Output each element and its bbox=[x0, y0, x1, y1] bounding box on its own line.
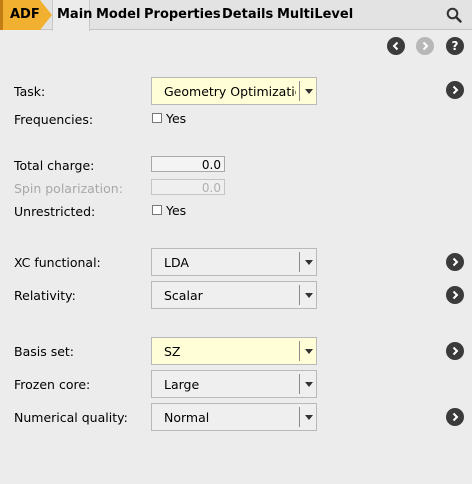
tab-bar: ADF Main Model Properties Details MultiL… bbox=[0, 0, 472, 31]
select-divider bbox=[299, 81, 300, 101]
tab-details[interactable]: Details bbox=[222, 7, 273, 22]
spin-polarization-label: Spin polarization: bbox=[14, 181, 123, 196]
chevron-down-icon bbox=[305, 89, 313, 94]
spin-polarization-input[interactable]: 0.0 bbox=[151, 179, 225, 195]
forward-button[interactable] bbox=[416, 37, 434, 55]
relativity-details-button[interactable] bbox=[446, 286, 464, 304]
chevron-right-icon bbox=[452, 257, 459, 267]
xc-functional-details-button[interactable] bbox=[446, 253, 464, 271]
basis-set-label: Basis set: bbox=[14, 344, 75, 359]
unrestricted-yes-label: Yes bbox=[166, 202, 187, 218]
select-divider bbox=[299, 252, 300, 272]
xc-functional-label: XC functional: bbox=[14, 255, 101, 270]
select-divider bbox=[299, 341, 300, 361]
frozen-core-value: Large bbox=[164, 377, 200, 392]
select-divider bbox=[299, 285, 300, 305]
chevron-right-icon bbox=[452, 290, 459, 300]
chevron-left-icon bbox=[392, 41, 399, 51]
chevron-right-icon bbox=[452, 346, 459, 356]
frozen-core-select[interactable]: Large bbox=[151, 370, 317, 398]
tab-adf-label: ADF bbox=[10, 7, 40, 22]
help-icon: ? bbox=[451, 39, 459, 53]
chevron-right-icon bbox=[452, 85, 459, 95]
unrestricted-label: Unrestricted: bbox=[14, 204, 96, 219]
frequencies-label: Frequencies: bbox=[14, 112, 94, 127]
task-value: Geometry Optimization bbox=[164, 84, 296, 99]
chevron-down-icon bbox=[305, 293, 313, 298]
relativity-label: Relativity: bbox=[14, 288, 76, 303]
total-charge-input[interactable]: 0.0 bbox=[151, 156, 225, 172]
search-icon[interactable] bbox=[446, 7, 462, 23]
tab-multilevel[interactable]: MultiLevel bbox=[277, 7, 353, 22]
task-label: Task: bbox=[14, 84, 46, 99]
numerical-quality-select[interactable]: Normal bbox=[151, 403, 317, 431]
chevron-down-icon bbox=[305, 415, 313, 420]
unrestricted-checkbox-row[interactable]: Yes bbox=[152, 202, 187, 218]
numerical-quality-value: Normal bbox=[164, 410, 210, 425]
frozen-core-label: Frozen core: bbox=[14, 377, 91, 392]
basis-set-value: SZ bbox=[164, 344, 181, 359]
relativity-select[interactable]: Scalar bbox=[151, 281, 317, 309]
select-divider bbox=[299, 407, 300, 427]
tab-adf[interactable]: ADF bbox=[0, 0, 52, 30]
numerical-quality-label: Numerical quality: bbox=[14, 410, 128, 425]
frequencies-yes-label: Yes bbox=[166, 110, 187, 126]
tab-model[interactable]: Model bbox=[96, 7, 140, 22]
tab-properties[interactable]: Properties bbox=[144, 7, 221, 22]
chevron-down-icon bbox=[305, 260, 313, 265]
xc-functional-value: LDA bbox=[164, 255, 189, 270]
relativity-value: Scalar bbox=[164, 288, 203, 303]
numerical-quality-details-button[interactable] bbox=[446, 408, 464, 426]
chevron-down-icon bbox=[305, 382, 313, 387]
unrestricted-checkbox[interactable] bbox=[152, 205, 162, 215]
back-button[interactable] bbox=[387, 37, 405, 55]
xc-functional-select[interactable]: LDA bbox=[151, 248, 317, 276]
total-charge-label: Total charge: bbox=[14, 158, 95, 173]
task-select[interactable]: Geometry Optimization bbox=[151, 77, 317, 105]
frequencies-checkbox-row[interactable]: Yes bbox=[152, 110, 187, 126]
task-details-button[interactable] bbox=[446, 81, 464, 99]
basis-set-details-button[interactable] bbox=[446, 342, 464, 360]
select-divider bbox=[299, 374, 300, 394]
help-button[interactable]: ? bbox=[446, 37, 464, 55]
frequencies-checkbox[interactable] bbox=[152, 113, 162, 123]
chevron-right-icon bbox=[452, 412, 459, 422]
basis-set-select[interactable]: SZ bbox=[151, 337, 317, 365]
chevron-down-icon bbox=[305, 349, 313, 354]
tab-main[interactable]: Main bbox=[57, 7, 92, 22]
chevron-right-icon bbox=[422, 41, 429, 51]
